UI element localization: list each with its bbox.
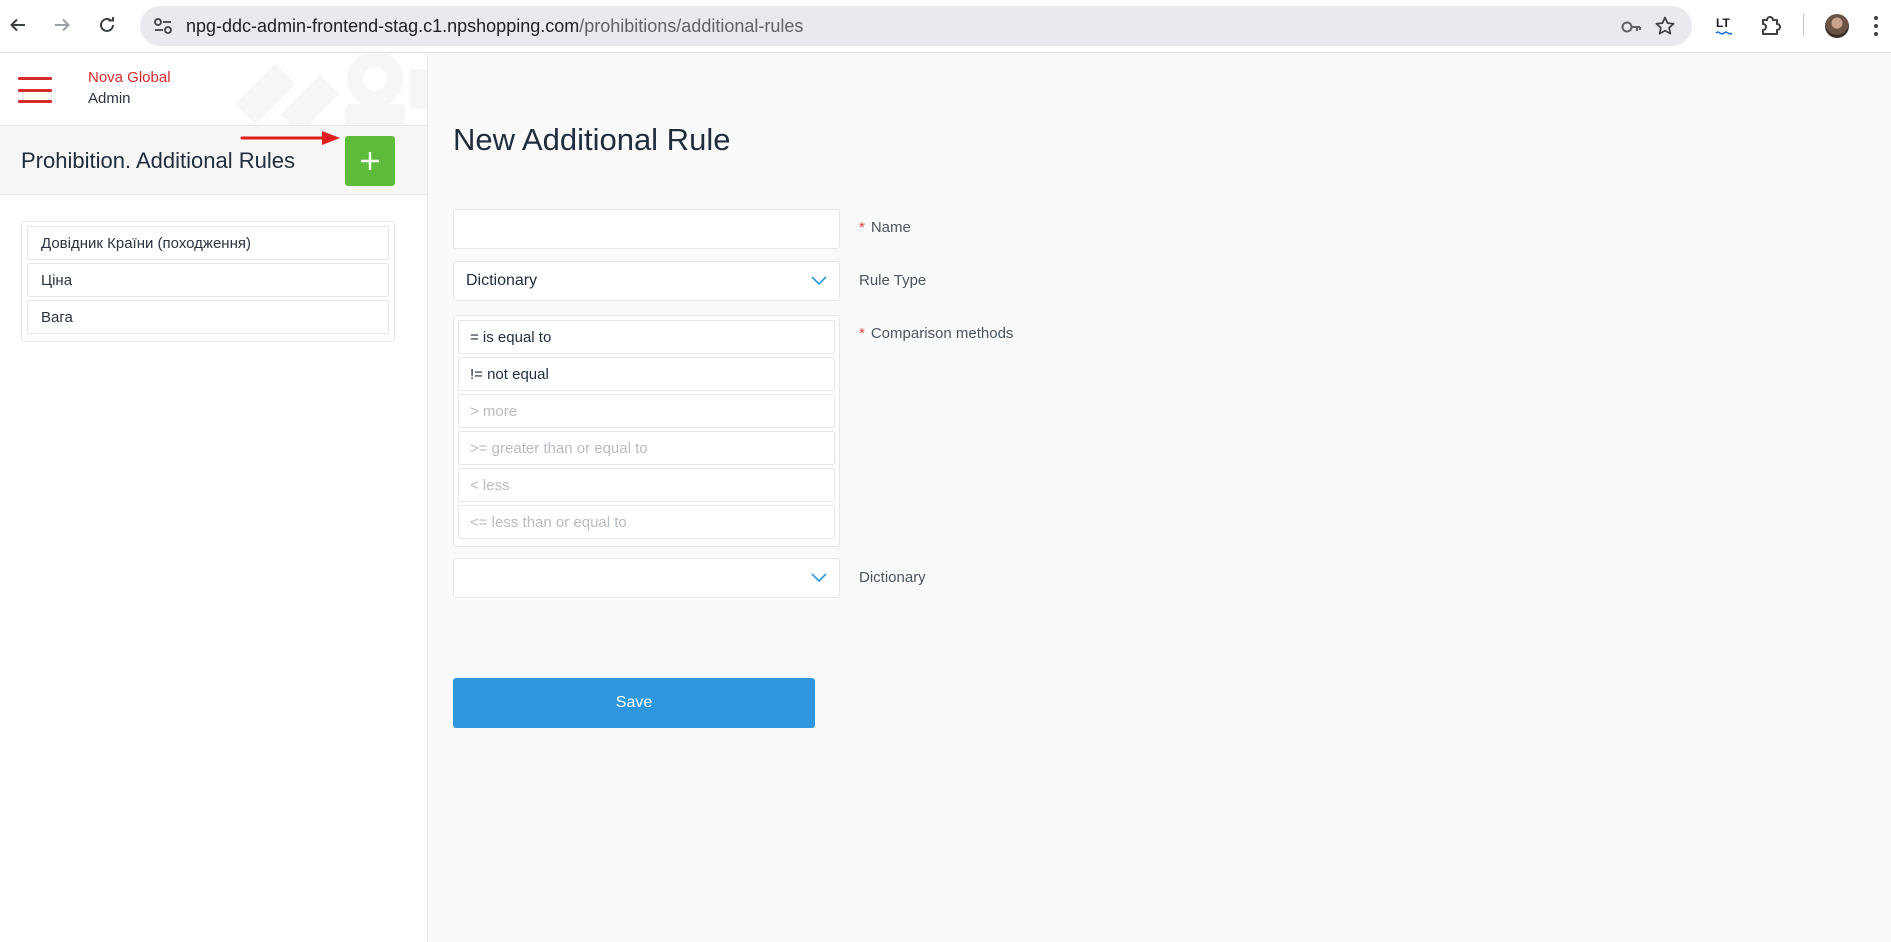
list-item[interactable]: Довідник Країни (походження) bbox=[27, 226, 389, 260]
forward-button[interactable] bbox=[48, 11, 76, 39]
puzzle-icon[interactable] bbox=[1758, 12, 1784, 38]
decorative-pattern bbox=[235, 54, 427, 124]
key-icon[interactable] bbox=[1620, 16, 1642, 38]
comparison-option-eq[interactable]: = is equal to bbox=[458, 320, 835, 354]
name-input[interactable] bbox=[453, 209, 840, 249]
brand-subtitle: Admin bbox=[88, 90, 131, 107]
svg-text:LT: LT bbox=[1716, 16, 1730, 30]
url-host: npg-ddc-admin-frontend-stag.c1.npshoppin… bbox=[186, 16, 580, 36]
comparison-methods-label-text: Comparison methods bbox=[870, 325, 1014, 342]
reload-button[interactable] bbox=[93, 11, 121, 39]
plus-icon bbox=[361, 152, 379, 170]
brand-header: Nova Global Admin bbox=[0, 54, 427, 124]
list-header: Prohibition. Additional Rules bbox=[0, 125, 427, 195]
comparison-methods-label: * Comparison methods bbox=[859, 325, 1013, 342]
brand-name: Nova Global bbox=[88, 69, 171, 86]
kebab-icon[interactable] bbox=[1871, 14, 1881, 38]
back-button[interactable] bbox=[4, 11, 32, 39]
lt-extension-icon[interactable]: LT bbox=[1714, 13, 1738, 39]
add-rule-button[interactable] bbox=[345, 136, 395, 186]
reload-icon bbox=[100, 17, 114, 32]
rules-sidebar: Nova Global Admin Prohibition. Additiona… bbox=[0, 54, 428, 942]
rule-type-select[interactable]: Dictionary bbox=[453, 261, 840, 301]
name-label-text: Name bbox=[870, 219, 911, 236]
name-label: * Name bbox=[859, 219, 911, 236]
page-section-title: Prohibition. Additional Rules bbox=[21, 148, 295, 173]
star-icon[interactable] bbox=[1654, 15, 1676, 37]
chevron-down-icon bbox=[811, 573, 827, 583]
rule-type-value: Dictionary bbox=[466, 272, 538, 289]
comparison-methods-list: = is equal to != not equal > more >= gre… bbox=[453, 315, 840, 547]
hamburger-menu-icon[interactable] bbox=[18, 77, 52, 103]
dictionary-label: Dictionary bbox=[859, 569, 926, 586]
list-item[interactable]: Ціна bbox=[27, 263, 389, 297]
annotation-arrow-icon bbox=[240, 131, 340, 145]
comparison-option-lt[interactable]: < less bbox=[458, 468, 835, 502]
arrow-right-icon bbox=[55, 18, 70, 32]
toolbar-separator bbox=[1803, 14, 1804, 36]
required-mark: * bbox=[859, 219, 865, 236]
browser-toolbar: npg-ddc-admin-frontend-stag.c1.npshoppin… bbox=[0, 0, 1891, 53]
profile-avatar[interactable] bbox=[1825, 14, 1849, 38]
save-button[interactable]: Save bbox=[453, 678, 815, 728]
comparison-option-neq[interactable]: != not equal bbox=[458, 357, 835, 391]
tune-icon[interactable] bbox=[152, 15, 174, 37]
comparison-option-gte[interactable]: >= greater than or equal to bbox=[458, 431, 835, 465]
address-bar[interactable]: npg-ddc-admin-frontend-stag.c1.npshoppin… bbox=[140, 6, 1692, 46]
rules-list: Довідник Країни (походження) Ціна Вага bbox=[21, 221, 395, 342]
comparison-option-gt[interactable]: > more bbox=[458, 394, 835, 428]
chevron-down-icon bbox=[811, 276, 827, 286]
rule-type-label: Rule Type bbox=[859, 272, 927, 289]
page-title: New Additional Rule bbox=[453, 122, 731, 157]
dictionary-select[interactable] bbox=[453, 558, 840, 598]
url-path: /prohibitions/additional-rules bbox=[579, 16, 804, 36]
comparison-option-lte[interactable]: <= less than or equal to bbox=[458, 505, 835, 539]
list-item[interactable]: Вага bbox=[27, 300, 389, 334]
required-mark: * bbox=[859, 325, 865, 342]
arrow-left-icon bbox=[10, 18, 25, 32]
url-text: npg-ddc-admin-frontend-stag.c1.npshoppin… bbox=[186, 16, 803, 36]
main-content: New Additional Rule * Name Dictionary Rul… bbox=[429, 54, 1891, 942]
